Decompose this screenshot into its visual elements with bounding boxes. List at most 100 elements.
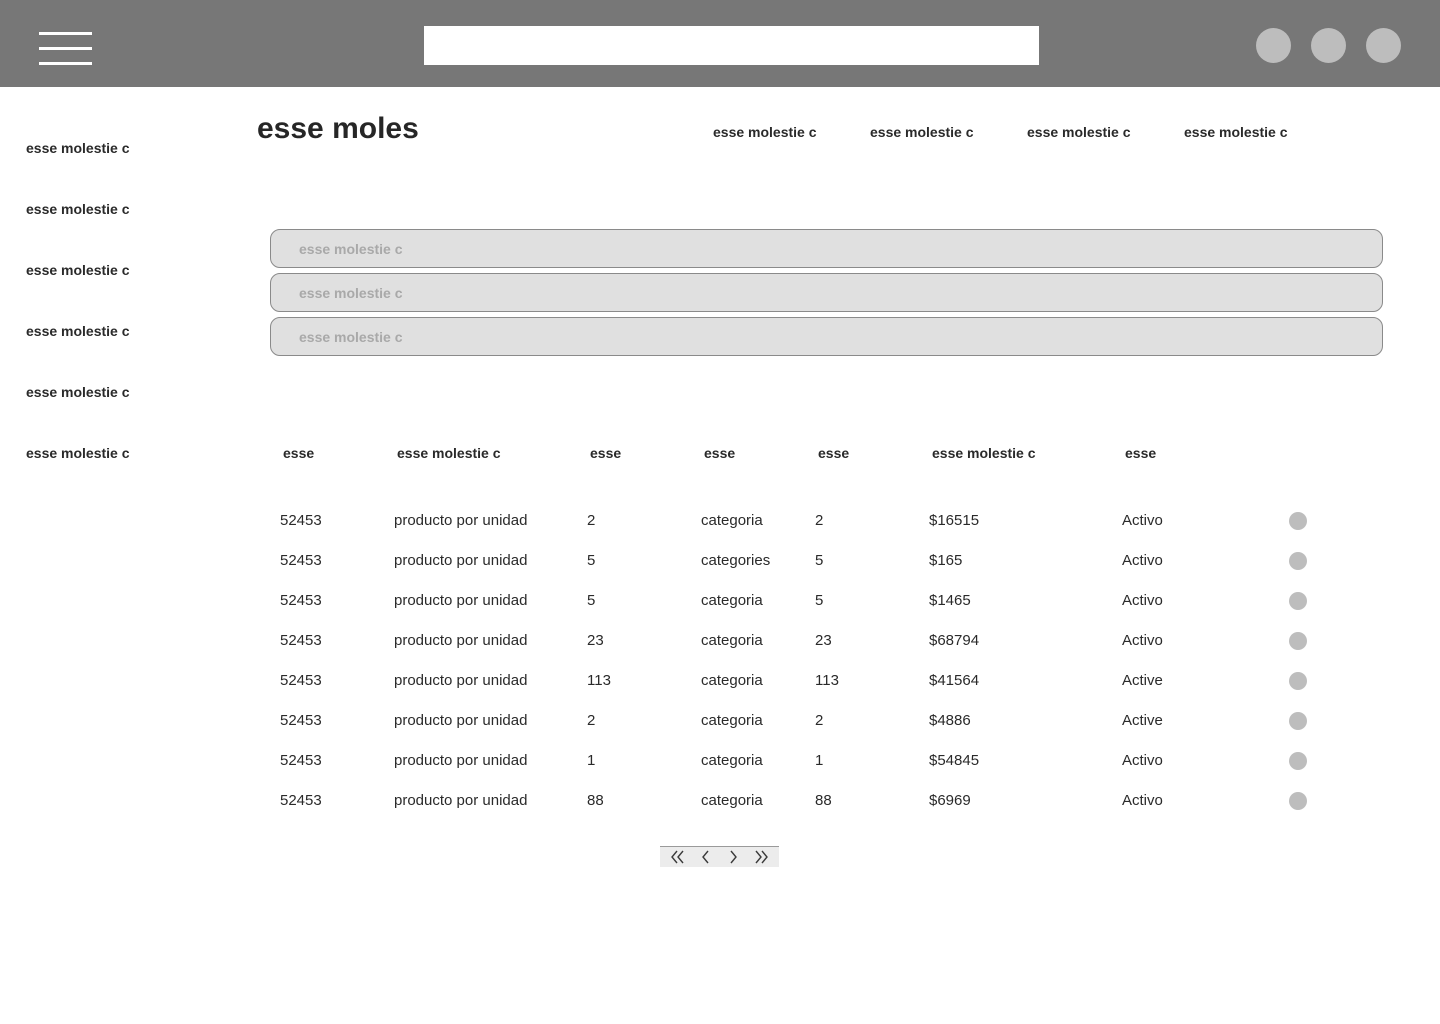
cell-status: Activo <box>1122 552 1163 569</box>
cell-price: $1465 <box>929 592 971 609</box>
cell-category: categoria <box>701 792 763 809</box>
table-row: 52453 producto por unidad 113 categoria 113 $… <box>0 672 1440 712</box>
cell-id: 52453 <box>280 512 322 529</box>
column-header-6[interactable]: esse molestie c <box>932 445 1036 461</box>
table-row: 52453 producto por unidad 5 categoria 5 $1465… <box>0 592 1440 632</box>
nav-link-4[interactable]: esse molestie c <box>1184 124 1288 140</box>
top-search-input[interactable] <box>424 26 1039 65</box>
row-action-circle[interactable] <box>1289 752 1307 770</box>
cell-id: 52453 <box>280 752 322 769</box>
circle-button-2[interactable] <box>1311 28 1346 63</box>
cell-price: $54845 <box>929 752 980 769</box>
cell-category: categories <box>701 552 771 569</box>
cell-product: producto por unidad <box>394 592 528 609</box>
cell-price: $68794 <box>929 632 980 649</box>
cell-quantity: 23 <box>587 632 604 649</box>
cell-price: $6969 <box>929 792 971 809</box>
sidebar-item-4[interactable]: esse molestie c <box>26 323 130 339</box>
cell-category: categoria <box>701 512 763 529</box>
row-action-circle[interactable] <box>1289 632 1307 650</box>
cell-status: Activo <box>1122 592 1163 609</box>
next-page-icon[interactable] <box>723 848 743 866</box>
cell-id: 52453 <box>280 712 322 729</box>
table-row: 52453 producto por unidad 23 categoria 23 $68… <box>0 632 1440 672</box>
row-action-circle[interactable] <box>1289 512 1307 530</box>
cell-product: producto por unidad <box>394 552 528 569</box>
hamburger-menu-icon[interactable] <box>39 32 92 66</box>
column-header-2[interactable]: esse molestie c <box>397 445 501 461</box>
cell-count: 23 <box>815 632 832 649</box>
hamburger-line <box>39 32 92 35</box>
table-row: 52453 producto por unidad 88 categoria 88 $69… <box>0 792 1440 832</box>
cell-count: 88 <box>815 792 832 809</box>
sidebar-item-1[interactable]: esse molestie c <box>26 140 130 156</box>
sidebar-item-2[interactable]: esse molestie c <box>26 201 130 217</box>
cell-quantity: 5 <box>587 592 596 609</box>
row-action-circle[interactable] <box>1289 672 1307 690</box>
table-row: 52453 producto por unidad 2 categoria 2 $4886… <box>0 712 1440 752</box>
pagination <box>660 846 779 867</box>
cell-count: 5 <box>815 552 824 569</box>
cell-quantity: 2 <box>587 712 596 729</box>
cell-product: producto por unidad <box>394 672 528 689</box>
cell-category: categoria <box>701 592 763 609</box>
hamburger-line <box>39 47 92 50</box>
cell-id: 52453 <box>280 592 322 609</box>
cell-product: producto por unidad <box>394 752 528 769</box>
filter-input-2[interactable] <box>270 273 1383 312</box>
cell-id: 52453 <box>280 792 322 809</box>
filter-input-1[interactable] <box>270 229 1383 268</box>
row-action-circle[interactable] <box>1289 592 1307 610</box>
cell-category: categoria <box>701 632 763 649</box>
cell-price: $41564 <box>929 672 980 689</box>
column-header-5[interactable]: esse <box>818 445 849 461</box>
cell-id: 52453 <box>280 632 322 649</box>
table-row: 52453 producto por unidad 5 categories 5 $165… <box>0 552 1440 592</box>
cell-status: Active <box>1122 712 1163 729</box>
table-row: 52453 producto por unidad 1 categoria 1 $5484… <box>0 752 1440 792</box>
row-action-circle[interactable] <box>1289 552 1307 570</box>
last-page-icon[interactable] <box>751 848 771 866</box>
cell-status: Activo <box>1122 512 1163 529</box>
cell-count: 2 <box>815 712 824 729</box>
table-row: 52453 producto por unidad 2 categoria 2 $1651… <box>0 512 1440 552</box>
nav-link-3[interactable]: esse molestie c <box>1027 124 1131 140</box>
filter-input-3[interactable] <box>270 317 1383 356</box>
sidebar-item-3[interactable]: esse molestie c <box>26 262 130 278</box>
circle-button-1[interactable] <box>1256 28 1291 63</box>
previous-page-icon[interactable] <box>696 848 716 866</box>
nav-link-1[interactable]: esse molestie c <box>713 124 817 140</box>
cell-category: categoria <box>701 752 763 769</box>
hamburger-line <box>39 62 92 65</box>
cell-count: 1 <box>815 752 824 769</box>
cell-price: $16515 <box>929 512 980 529</box>
cell-count: 5 <box>815 592 824 609</box>
column-header-1[interactable]: esse <box>283 445 314 461</box>
cell-status: Activo <box>1122 752 1163 769</box>
cell-status: Active <box>1122 672 1163 689</box>
nav-link-2[interactable]: esse molestie c <box>870 124 974 140</box>
cell-id: 52453 <box>280 552 322 569</box>
circle-button-3[interactable] <box>1366 28 1401 63</box>
cell-product: producto por unidad <box>394 712 528 729</box>
row-action-circle[interactable] <box>1289 792 1307 810</box>
column-header-3[interactable]: esse <box>590 445 621 461</box>
sidebar-item-5[interactable]: esse molestie c <box>26 384 130 400</box>
cell-quantity: 5 <box>587 552 596 569</box>
cell-status: Activo <box>1122 792 1163 809</box>
cell-count: 113 <box>815 672 839 689</box>
cell-category: categoria <box>701 672 763 689</box>
first-page-icon[interactable] <box>668 848 688 866</box>
cell-price: $165 <box>929 552 963 569</box>
row-action-circle[interactable] <box>1289 712 1307 730</box>
cell-status: Activo <box>1122 632 1163 649</box>
column-header-7[interactable]: esse <box>1125 445 1156 461</box>
cell-category: categoria <box>701 712 763 729</box>
cell-count: 2 <box>815 512 824 529</box>
sidebar-item-6[interactable]: esse molestie c <box>26 445 130 461</box>
top-bar <box>0 0 1440 87</box>
cell-quantity: 113 <box>587 672 611 689</box>
column-header-4[interactable]: esse <box>704 445 735 461</box>
cell-product: producto por unidad <box>394 512 528 529</box>
cell-id: 52453 <box>280 672 322 689</box>
